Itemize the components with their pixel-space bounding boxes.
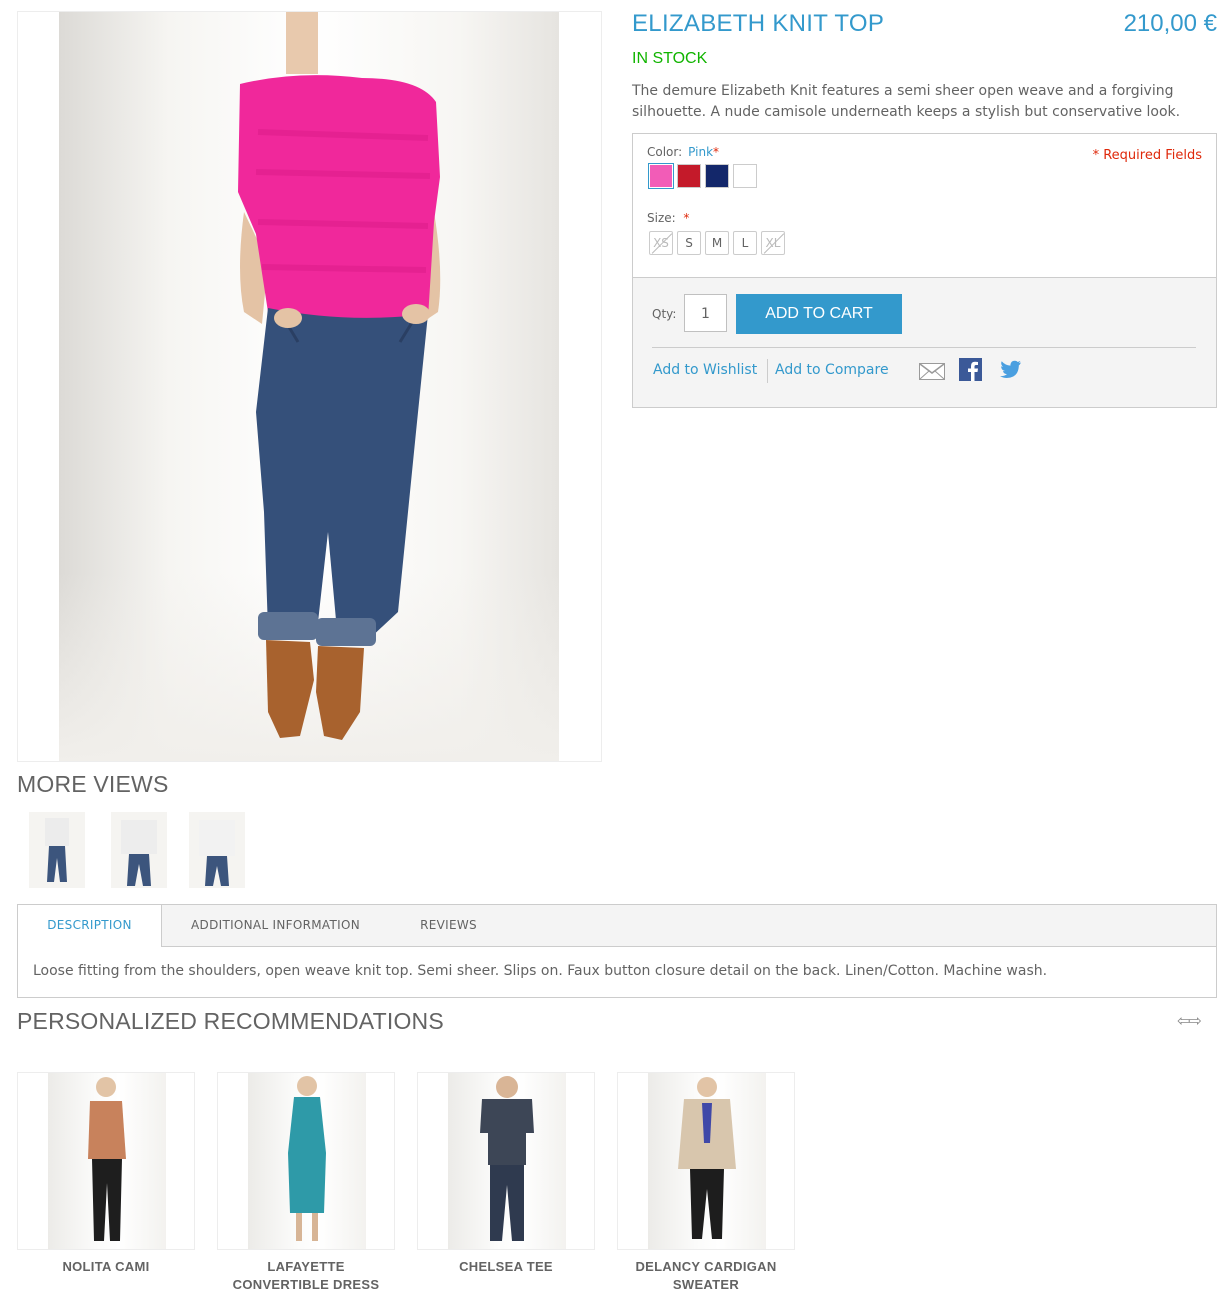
name-line-2: SWEATER — [672, 1277, 740, 1292]
email-icon[interactable] — [919, 363, 945, 384]
size-xl: XL — [761, 231, 785, 255]
tab-reviews[interactable]: REVIEWS — [390, 905, 507, 946]
arrow-left-icon[interactable]: ⇦ — [1177, 1011, 1190, 1030]
recommendation-card[interactable]: NOLITA CAMI — [17, 1072, 195, 1276]
color-swatch-navy[interactable] — [705, 164, 729, 188]
name-line-1: LAFAYETTE — [267, 1259, 345, 1274]
tab-description[interactable]: DESCRIPTION — [18, 905, 162, 947]
tab-description-content: Loose fitting from the shoulders, open w… — [33, 963, 1048, 979]
recommendation-name[interactable]: CHELSEA TEE — [417, 1258, 595, 1276]
size-m[interactable]: M — [705, 231, 729, 255]
size-s[interactable]: S — [677, 231, 701, 255]
divider — [652, 347, 1196, 348]
thumbnail-3[interactable] — [189, 812, 245, 888]
name-line-1: CHELSEA TEE — [459, 1259, 553, 1274]
main-product-image[interactable] — [17, 11, 602, 762]
add-to-cart-box: Qty: 1 ADD TO CART Add to Wishlist Add t… — [632, 277, 1217, 408]
recommendations-heading: PERSONALIZED RECOMMENDATIONS — [17, 1008, 444, 1034]
recommendation-name[interactable]: NOLITA CAMI — [17, 1258, 195, 1276]
size-label-text: Size: — [647, 211, 676, 225]
required-fields-note: * Required Fields — [1092, 148, 1202, 163]
name-line-2: CONVERTIBLE DRESS — [232, 1277, 380, 1292]
add-to-compare-link[interactable]: Add to Compare — [775, 362, 889, 378]
recommendation-image[interactable] — [617, 1072, 795, 1250]
color-selected-value: Pink — [688, 145, 714, 159]
color-swatch-pink[interactable] — [648, 163, 674, 189]
short-description: The demure Elizabeth Knit features a sem… — [632, 83, 1181, 120]
recommendation-name[interactable]: LAFAYETTE CONVERTIBLE DRESS — [217, 1258, 395, 1294]
thumbnail-2[interactable] — [111, 812, 167, 888]
facebook-icon[interactable] — [959, 358, 982, 385]
arrow-right-icon[interactable]: ⇨ — [1188, 1011, 1201, 1030]
size-option-label: Size: * — [647, 211, 689, 225]
twitter-icon[interactable] — [999, 360, 1022, 384]
name-line-1: DELANCY CARDIGAN — [635, 1259, 777, 1274]
product-tabs: DESCRIPTION ADDITIONAL INFORMATION REVIE… — [17, 904, 1217, 998]
link-separator — [767, 359, 768, 383]
recommendation-card[interactable]: DELANCY CARDIGAN SWEATER — [617, 1072, 795, 1294]
size-l[interactable]: L — [733, 231, 757, 255]
product-price: 210,00 € — [1123, 10, 1217, 37]
add-to-wishlist-link[interactable]: Add to Wishlist — [653, 362, 757, 378]
tabs-bar: DESCRIPTION ADDITIONAL INFORMATION REVIE… — [18, 905, 1216, 947]
add-to-cart-button[interactable]: ADD TO CART — [736, 294, 902, 334]
qty-input[interactable]: 1 — [684, 294, 727, 332]
color-swatch-red[interactable] — [677, 164, 701, 188]
tab-additional-information[interactable]: ADDITIONAL INFORMATION — [161, 905, 390, 946]
thumbnail-1[interactable] — [29, 812, 85, 888]
stock-status: IN STOCK — [632, 50, 708, 67]
recommendation-name[interactable]: DELANCY CARDIGAN SWEATER — [617, 1258, 795, 1294]
color-option-label: Color: Pink* — [647, 145, 719, 159]
product-name: ELIZABETH KNIT TOP — [632, 10, 885, 37]
color-swatch-white[interactable] — [733, 164, 757, 188]
product-options: Color: Pink* * Required Fields Size: * XS… — [632, 133, 1217, 278]
required-star: * — [713, 145, 720, 159]
name-line-1: NOLITA CAMI — [62, 1259, 150, 1274]
recommendation-image[interactable] — [217, 1072, 395, 1250]
carousel-arrows: ⇦⇨ — [1177, 1011, 1202, 1030]
required-star: * — [683, 211, 690, 225]
recommendation-card[interactable]: LAFAYETTE CONVERTIBLE DRESS — [217, 1072, 395, 1294]
qty-label: Qty: — [652, 307, 677, 321]
size-xs: XS — [649, 231, 673, 255]
recommendation-card[interactable]: CHELSEA TEE — [417, 1072, 595, 1276]
color-label-text: Color: — [647, 145, 683, 159]
more-views-heading: MORE VIEWS — [17, 771, 169, 797]
recommendation-image[interactable] — [417, 1072, 595, 1250]
model-figure-illustration — [238, 12, 441, 740]
recommendation-image[interactable] — [17, 1072, 195, 1250]
